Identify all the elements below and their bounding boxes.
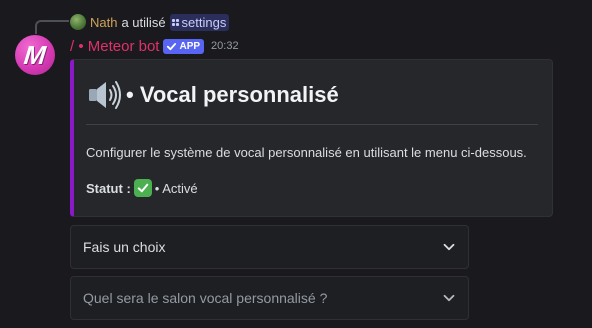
speaker-loud-icon — [86, 78, 122, 112]
reply-user-avatar[interactable] — [70, 14, 86, 30]
choice-select-menu[interactable]: Fais un choix — [70, 225, 469, 269]
status-label: Statut : — [86, 180, 131, 196]
bot-avatar-letter: M — [22, 39, 48, 70]
reply-action-text: a utilisé — [121, 14, 166, 30]
message-author-line: / • Meteor bot APP 20:32 — [70, 37, 239, 55]
bot-username[interactable]: / • Meteor bot — [70, 38, 159, 55]
chevron-down-icon — [442, 240, 456, 254]
app-tag-label: APP — [179, 40, 201, 52]
message-timestamp[interactable]: 20:32 — [211, 40, 239, 52]
command-chip[interactable]: settings — [169, 13, 230, 31]
embed-title-text: • Vocal personnalisé — [126, 82, 339, 107]
app-tag: APP — [163, 38, 205, 54]
voice-channel-select-placeholder: Quel sera le salon vocal personnalisé ? — [83, 290, 328, 306]
embed-status-line: Statut : • Activé — [86, 179, 198, 197]
reply-username[interactable]: Nath — [90, 15, 117, 30]
command-reply-header[interactable]: Nath a utilisé settings — [70, 13, 230, 31]
choice-select-placeholder: Fais un choix — [83, 239, 166, 255]
status-value: • Activé — [154, 180, 198, 196]
check-mark-button-icon — [133, 179, 152, 197]
discord-message-view: Nath a utilisé settings M / • Meteor bot… — [0, 0, 592, 328]
bot-avatar[interactable]: M — [15, 35, 55, 75]
reply-connector-line — [35, 20, 69, 34]
embed-description: Configurer le système de vocal personnal… — [86, 145, 527, 160]
slash-command-icon — [171, 18, 179, 26]
chevron-down-icon — [442, 291, 456, 305]
voice-channel-select-menu[interactable]: Quel sera le salon vocal personnalisé ? — [70, 276, 469, 320]
verified-check-icon — [165, 40, 177, 52]
command-name: settings — [181, 14, 227, 30]
embed-title: • Vocal personnalisé — [86, 78, 339, 112]
embed-divider — [86, 124, 538, 125]
embed-card: • Vocal personnalisé Configurer le systè… — [70, 59, 553, 217]
